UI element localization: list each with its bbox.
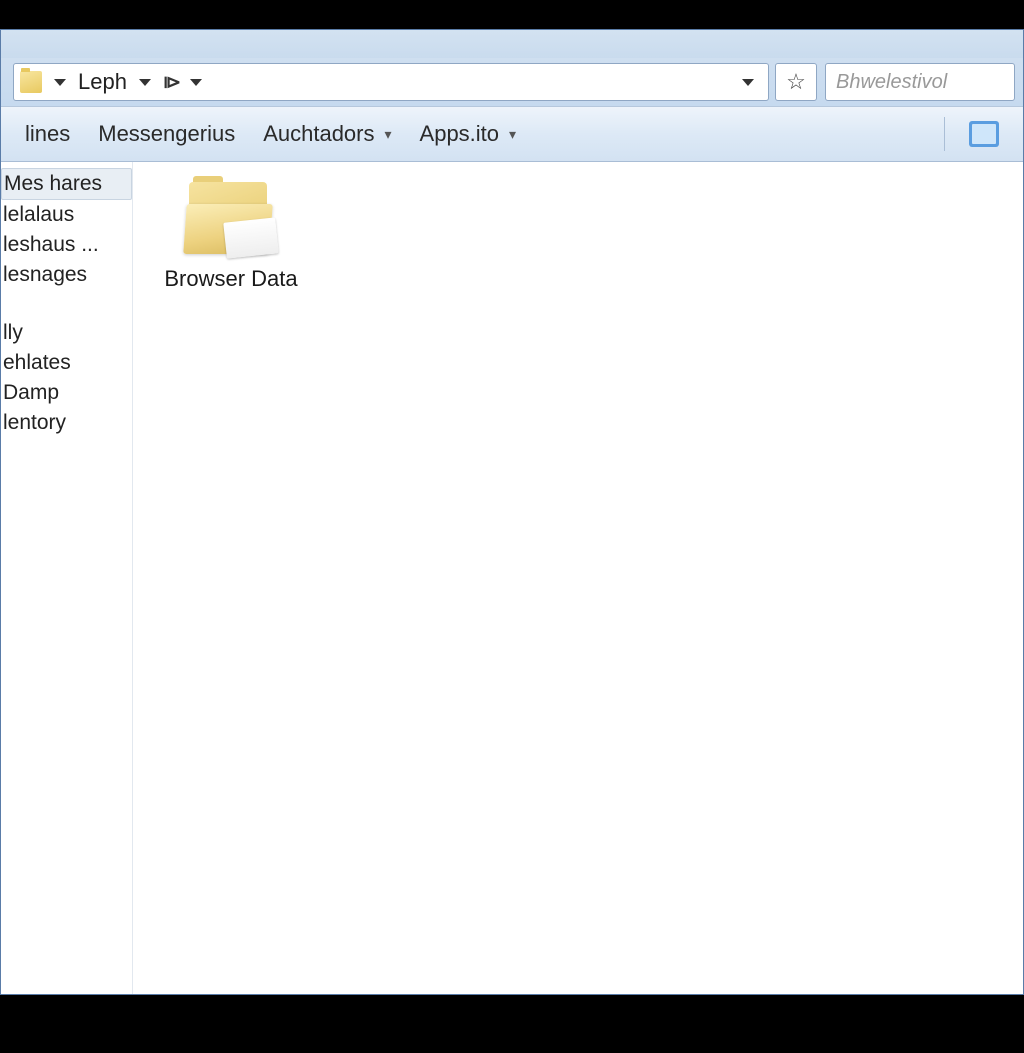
sidebar-item-label: lelalaus [3, 203, 74, 226]
explorer-window: Leph ⧐ ☆ Bhwelestivol lines Messengerius… [0, 29, 1024, 995]
toolbar-item-label: lines [25, 121, 70, 147]
content-area: Mes hares lelalaus leshaus ... lesnages … [1, 162, 1023, 994]
address-bar[interactable]: Leph ⧐ [13, 63, 769, 101]
address-row: Leph ⧐ ☆ Bhwelestivol [1, 58, 1023, 106]
toolbar-item-label: Auchtadors [263, 121, 374, 147]
toolbar-item-auchtadors[interactable]: Auchtadors ▾ [249, 115, 405, 153]
sidebar-item-label: lly [3, 321, 23, 344]
toolbar-divider [944, 117, 945, 151]
folder-icon [183, 178, 279, 258]
chevron-down-icon[interactable] [742, 79, 754, 86]
favorites-button[interactable]: ☆ [775, 63, 817, 101]
sidebar-item[interactable]: Damp [1, 378, 132, 408]
toolbar-item-messengerius[interactable]: Messengerius [84, 115, 249, 153]
chevron-down-icon: ▾ [385, 126, 392, 143]
sidebar-item[interactable]: lly [1, 318, 132, 348]
sidebar-item[interactable]: ehlates [1, 348, 132, 378]
toolbar-item-lines[interactable]: lines [11, 115, 84, 153]
sidebar-item-label: ehlates [3, 351, 71, 374]
split-icon[interactable]: ⧐ [163, 72, 178, 93]
chevron-down-icon[interactable] [139, 79, 151, 86]
titlebar [1, 30, 1023, 58]
sidebar-item[interactable]: lelalaus [1, 200, 132, 230]
chevron-down-icon[interactable] [190, 79, 202, 86]
sidebar-item[interactable]: Mes hares [1, 168, 132, 200]
search-input[interactable]: Bhwelestivol [825, 63, 1015, 101]
sidebar-item[interactable]: leshaus ... [1, 230, 132, 260]
sidebar-item-label: lesnages [3, 263, 87, 286]
toolbar-preview-button[interactable] [955, 115, 1013, 153]
folder-item[interactable]: Browser Data [151, 178, 311, 292]
sidebar-item-label: Mes hares [4, 172, 102, 195]
navigation-pane: Mes hares lelalaus leshaus ... lesnages … [1, 162, 133, 994]
search-placeholder: Bhwelestivol [836, 71, 947, 94]
chevron-down-icon: ▾ [509, 126, 516, 143]
sidebar-item-label: leshaus ... [3, 233, 99, 256]
toolbar-item-label: Messengerius [98, 121, 235, 147]
folder-icon [20, 71, 42, 93]
toolbar-item-appsito[interactable]: Apps.ito ▾ [406, 115, 531, 153]
folder-label: Browser Data [164, 266, 297, 292]
file-list[interactable]: Browser Data [133, 162, 1023, 994]
breadcrumb-segment[interactable]: Leph [78, 69, 127, 95]
sidebar-item[interactable]: lesnages [1, 260, 132, 290]
toolbar-item-label: Apps.ito [420, 121, 500, 147]
sidebar-item[interactable]: lentory [1, 408, 132, 438]
sidebar-gap [1, 290, 132, 318]
toolbar: lines Messengerius Auchtadors ▾ Apps.ito… [1, 106, 1023, 162]
sidebar-item-label: Damp [3, 381, 59, 404]
preview-pane-icon [969, 121, 999, 147]
chevron-down-icon[interactable] [54, 79, 66, 86]
sidebar-item-label: lentory [3, 411, 66, 434]
star-icon: ☆ [786, 69, 806, 95]
